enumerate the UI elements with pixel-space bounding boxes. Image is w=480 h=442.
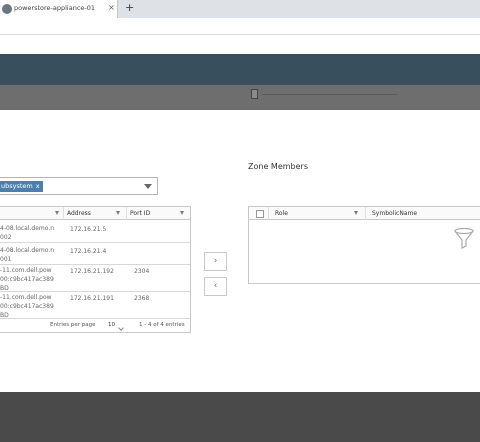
endpoint-name: -11.com.dell.pow 00:c9bc417ac389 BD [0,293,54,320]
document-icon [251,89,258,99]
endpoint-port-id: 2304 [134,268,150,275]
endpoint-name-line: 001 [0,256,12,263]
endpoint-name-line: -11.com.dell.pow [0,294,52,301]
subsystem-select[interactable]: ubsystem x [0,177,158,195]
column-header-address[interactable]: Address [64,207,127,220]
endpoint-name-line: 4-08.local.demo.n [0,225,55,232]
table-row[interactable]: 4-08.local.demo.n 001 172.16.21.4 [0,243,190,265]
endpoint-name-line: 4-08.local.demo.n [0,247,55,254]
app-header [0,54,480,85]
divider [262,94,397,95]
endpoint-address: 172.16.21.192 [70,268,114,275]
endpoint-name: -11.com.dell.pow 00:c9bc417ac389 BD [0,266,54,293]
page-band [0,35,480,54]
filter-icon[interactable] [116,211,120,215]
browser-toolbar [0,18,480,35]
available-endpoints-grid: Address Port ID 4-08.local.demo.n 002 17… [0,206,191,333]
filter-icon[interactable] [55,211,59,215]
endpoint-name: 4-08.local.demo.n 001 [0,246,54,264]
globe-icon [2,4,12,14]
grid-header: Address Port ID [0,207,190,220]
entries-per-page-label: Entries per page [50,322,96,328]
add-member-button[interactable]: › [204,252,227,271]
filter-icon[interactable] [354,211,358,215]
endpoint-address: 172.16.21.5 [70,226,107,233]
dimmed-toolbar [0,85,480,110]
filter-icon[interactable] [180,211,184,215]
entries-per-page-select[interactable]: 10 [108,322,115,328]
column-header-label: SymbolicName [372,210,418,217]
select-all-cell [249,207,269,220]
zone-members-title: Zone Members [248,162,308,171]
chip-label: ubsystem [1,182,33,190]
remove-member-button[interactable]: ‹ [204,277,227,296]
table-row[interactable]: -11.com.dell.pow 00:c9bc417ac389 BD 172.… [0,265,190,292]
empty-filter-icon [454,228,474,249]
column-header-port-id[interactable]: Port ID [127,207,191,220]
chevron-down-icon[interactable] [144,184,152,189]
select-all-checkbox[interactable] [256,210,264,218]
endpoint-address: 172.16.21.191 [70,295,114,302]
browser-tab-strip: powerstore-appliance-01 × + [0,0,480,18]
column-header-symbolic-name[interactable]: SymbolicName [366,207,480,220]
new-tab-button[interactable]: + [125,1,134,14]
column-header-label: Address [67,210,91,217]
filter-chip: ubsystem x [0,181,43,192]
column-header-role[interactable]: Role [269,207,366,220]
tab-title: powerstore-appliance-01 [14,4,96,12]
endpoint-name: 4-08.local.demo.n 002 [0,224,54,242]
chip-remove-icon[interactable]: x [36,182,40,190]
endpoint-name-line: 00:c9bc417ac389 [0,303,54,310]
zone-members-grid: Role SymbolicName [248,206,480,284]
endpoint-name-line: 00:c9bc417ac389 [0,276,54,283]
chevron-right-icon: › [213,256,218,266]
column-header-label: Role [275,210,288,217]
column-header-name[interactable] [0,207,64,220]
endpoint-port-id: 2368 [134,295,150,302]
table-row[interactable]: 4-08.local.demo.n 002 172.16.21.5 [0,221,190,243]
grid-footer: Entries per page 10 1 - 4 of 4 entries [0,318,190,332]
browser-tab[interactable]: powerstore-appliance-01 × [0,0,118,18]
chevron-down-icon[interactable] [118,325,124,331]
endpoint-name-line: 002 [0,234,12,241]
close-tab-icon[interactable]: × [108,3,115,12]
pagination-range: 1 - 4 of 4 entries [139,322,185,328]
endpoint-address: 172.16.21.4 [70,248,107,255]
chevron-left-icon: ‹ [213,281,218,291]
grid-header: Role SymbolicName [249,207,480,220]
endpoint-name-line: -11.com.dell.pow [0,267,52,274]
column-header-label: Port ID [130,210,151,217]
table-row[interactable]: -11.com.dell.pow 00:c9bc417ac389 BD 172.… [0,292,190,320]
